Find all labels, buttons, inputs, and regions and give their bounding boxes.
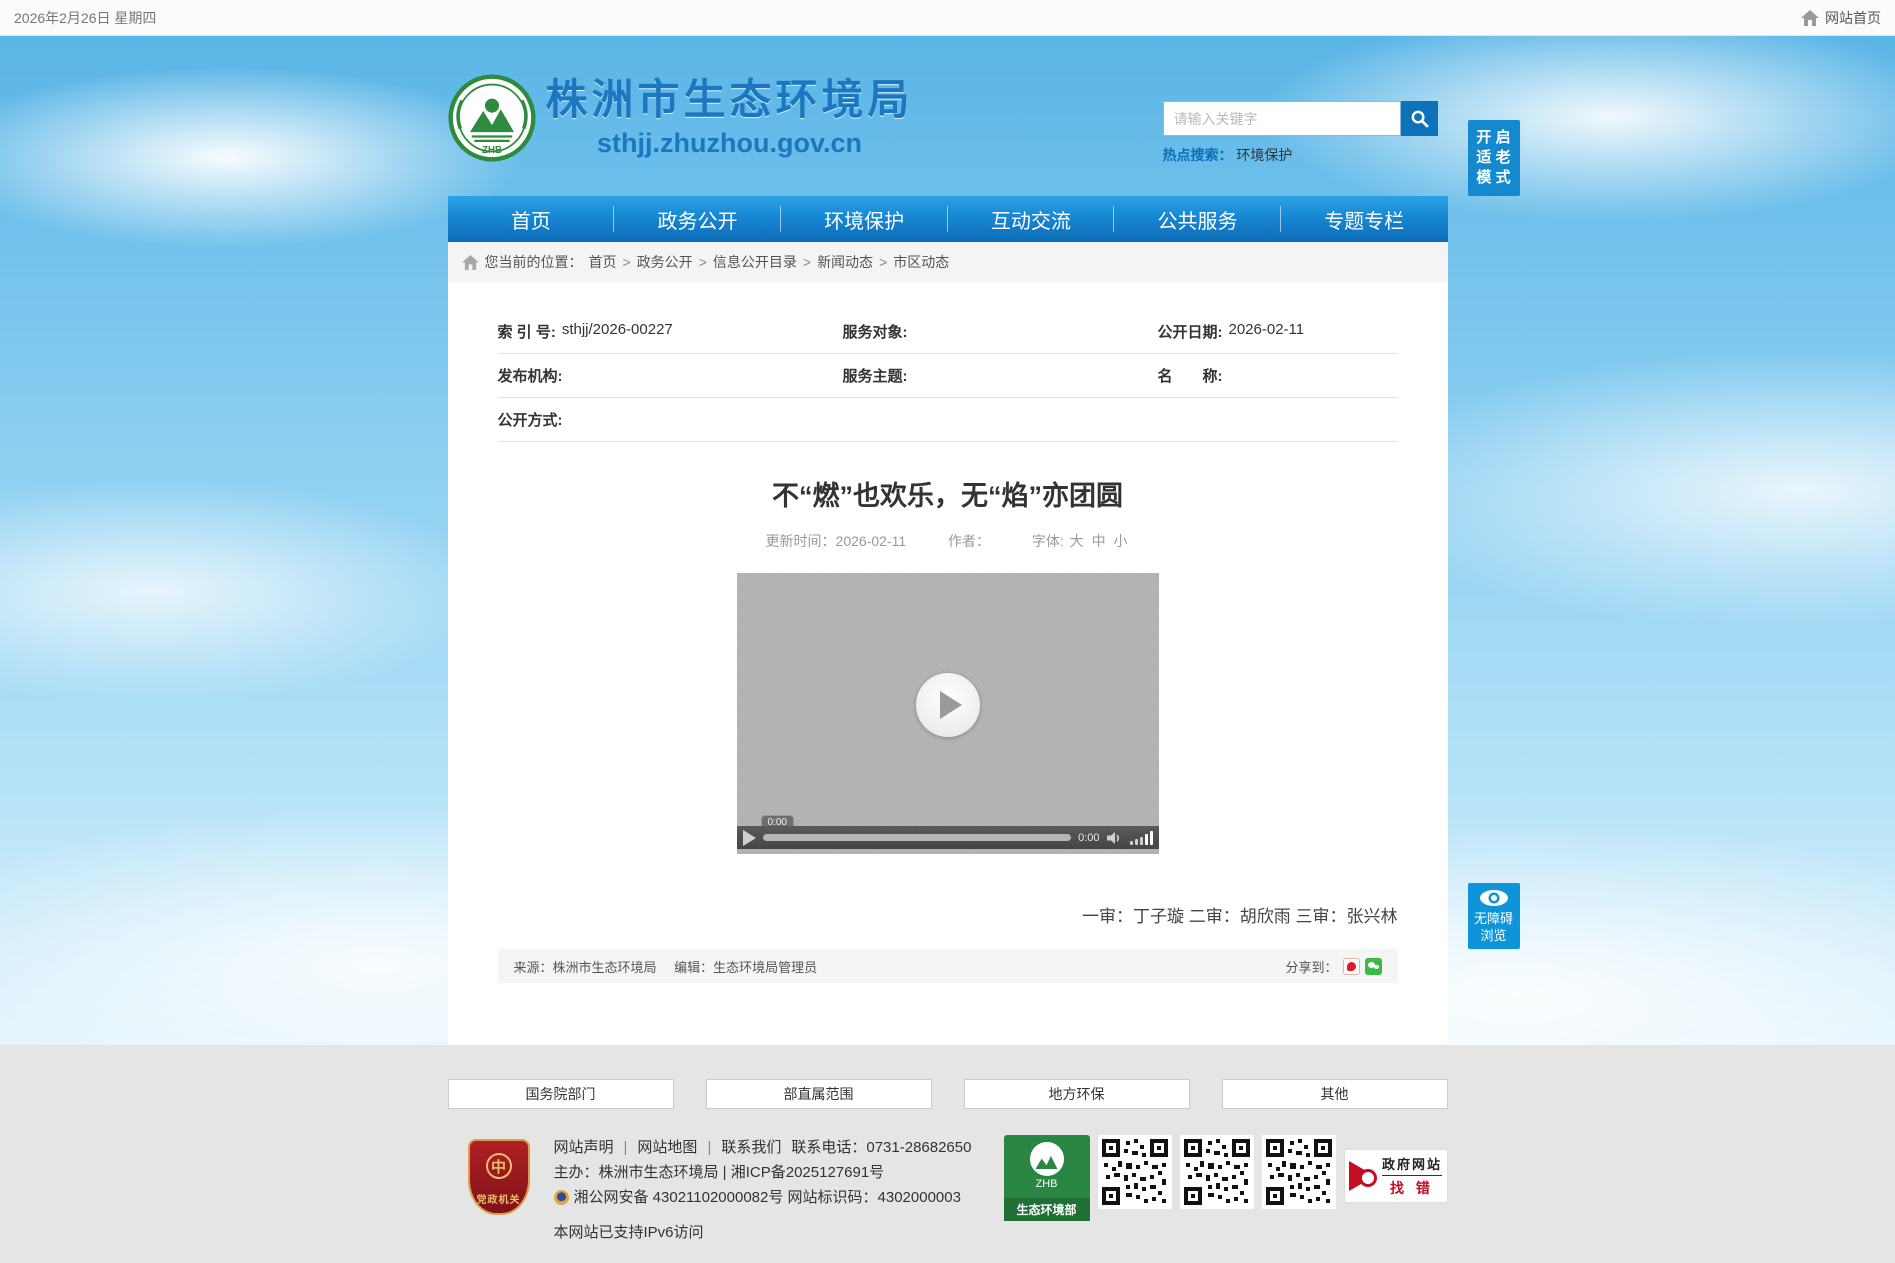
public-security-badge-icon xyxy=(554,1190,569,1205)
group-ministry-affiliates[interactable]: 部直属范围 xyxy=(706,1079,932,1109)
group-others[interactable]: 其他 xyxy=(1222,1079,1448,1109)
article-content: 索 引 号: sthjj/2026-00227 服务对象: 公开日期: 2026-0… xyxy=(448,282,1448,1045)
search-area: 热点搜索： 环境保护 xyxy=(1163,101,1448,165)
party-government-badge: 中 党政机关 xyxy=(468,1139,530,1215)
breadcrumb-item-news[interactable]: 新闻动态 xyxy=(817,252,873,272)
host-line: 主办：株洲市生态环境局 | 湘ICP备2025127691号 xyxy=(554,1160,998,1185)
volume-control[interactable] xyxy=(1130,831,1153,845)
error-report-icon xyxy=(1349,1161,1375,1191)
font-size-small[interactable]: 小 xyxy=(1113,533,1127,549)
font-size-medium[interactable]: 中 xyxy=(1092,533,1106,549)
publish-date-label: 公开日期: xyxy=(1158,321,1223,342)
service-topic-label: 服务主题: xyxy=(843,365,908,386)
qr-code-3 xyxy=(1262,1135,1336,1209)
video-duration: 0:00 xyxy=(1078,832,1099,844)
breadcrumb-item-district-news[interactable]: 市区动态 xyxy=(893,252,949,272)
issuing-agency-label: 发布机构: xyxy=(498,365,563,386)
site-home-label: 网站首页 xyxy=(1825,8,1881,28)
home-icon xyxy=(1801,10,1819,26)
qr-code-1 xyxy=(1098,1135,1172,1209)
footer-link-groups: 国务院部门 部直属范围 地方环保 其他 xyxy=(448,1079,1448,1109)
party-emblem-icon: 中 xyxy=(486,1153,512,1179)
index-number-value: sthjj/2026-00227 xyxy=(562,321,673,342)
font-size-label: 字体: xyxy=(1032,533,1064,549)
author-label: 作者： xyxy=(948,533,990,549)
share-weibo-icon[interactable] xyxy=(1343,958,1360,975)
top-utility-bar: 2026年2月26日 星期四 网站首页 xyxy=(0,0,1895,36)
name-label: 名 称: xyxy=(1158,365,1223,386)
footer-text-block: 网站声明 | 网站地图 | 联系我们 联系电话：0731-28682650 主办… xyxy=(554,1135,998,1245)
site-home-link[interactable]: 网站首页 xyxy=(1801,8,1881,28)
eye-icon xyxy=(1479,889,1509,907)
group-local-environment[interactable]: 地方环保 xyxy=(964,1079,1190,1109)
breadcrumb-item-home[interactable]: 首页 xyxy=(589,252,617,272)
source-bar: 来源：株洲市生态环境局 编辑：生态环境局管理员 分享到： xyxy=(498,949,1398,983)
site-statement-link[interactable]: 网站声明 xyxy=(554,1135,614,1160)
index-number-label: 索 引 号: xyxy=(498,321,556,342)
meta-row: 发布机构: 服务主题: 名 称: xyxy=(498,354,1398,398)
meta-row: 公开方式: xyxy=(498,398,1398,442)
service-target-label: 服务对象: xyxy=(843,321,908,342)
breadcrumb-prefix: 您当前的位置： xyxy=(485,252,583,272)
page-footer: 国务院部门 部直属范围 地方环保 其他 中 党政机关 网站声明 | 网站地图 |… xyxy=(0,1045,1895,1263)
site-domain: sthjj.zhuzhou.gov.cn xyxy=(546,128,914,159)
breadcrumb-home-icon xyxy=(462,255,479,270)
search-button[interactable] xyxy=(1401,101,1438,136)
document-meta-table: 索 引 号: sthjj/2026-00227 服务对象: 公开日期: 2026-0… xyxy=(498,310,1398,442)
review-line: 一审：丁子璇 二审：胡欣雨 三审：张兴林 xyxy=(498,902,1398,927)
main-navigation: 首页 政务公开 环境保护 互动交流 公共服务 专题专栏 xyxy=(448,196,1448,242)
site-header: ZHB 株洲市生态环境局 sthjj.zhuzhou.gov.cn xyxy=(448,36,1448,196)
meta-row: 索 引 号: sthjj/2026-00227 服务对象: 公开日期: 2026-0… xyxy=(498,310,1398,354)
video-bar-play-icon[interactable] xyxy=(743,830,756,846)
sitemap-link[interactable]: 网站地图 xyxy=(637,1135,697,1160)
ipv6-line: 本网站已支持IPv6访问 xyxy=(554,1220,998,1245)
article-source: 来源：株洲市生态环境局 xyxy=(514,960,657,975)
article-editor: 编辑：生态环境局管理员 xyxy=(674,960,817,975)
article-meta-line: 更新时间：2026-02-11 作者： 字体: 大 中 小 xyxy=(498,531,1398,551)
mute-icon[interactable] xyxy=(1107,831,1123,845)
breadcrumb-item-catalog[interactable]: 信息公开目录 xyxy=(713,252,797,272)
search-input[interactable] xyxy=(1163,101,1401,136)
qr-code-2 xyxy=(1180,1135,1254,1209)
svg-text:ZHB: ZHB xyxy=(482,145,502,156)
update-time: 更新时间：2026-02-11 xyxy=(766,533,907,549)
publicity-method-label: 公开方式: xyxy=(498,409,563,430)
bureau-logo-icon: ZHB xyxy=(448,74,536,162)
font-size-large[interactable]: 大 xyxy=(1070,533,1084,549)
hot-search-label: 热点搜索： xyxy=(1163,147,1233,163)
group-state-council[interactable]: 国务院部门 xyxy=(448,1079,674,1109)
video-control-bar: 0:00 xyxy=(737,826,1159,849)
nav-item-interaction[interactable]: 互动交流 xyxy=(948,196,1115,242)
nav-item-gov-info[interactable]: 政务公开 xyxy=(614,196,781,242)
mee-logo-link[interactable]: ZHB 生态环境部 xyxy=(1004,1135,1090,1221)
video-seek-bar[interactable] xyxy=(763,834,1072,841)
search-icon xyxy=(1410,109,1429,128)
video-player[interactable]: 0:00 0:00 xyxy=(737,573,1159,854)
security-filing-line: 湘公网安备 43021102000082号 网站标识码：4302000003 xyxy=(574,1185,961,1210)
site-title: 株洲市生态环境局 xyxy=(546,77,914,123)
contact-phone: 联系电话：0731-28682650 xyxy=(791,1135,971,1160)
hot-search-term[interactable]: 环境保护 xyxy=(1236,147,1292,163)
sky-background: ZHB 株洲市生态环境局 sthjj.zhuzhou.gov.cn xyxy=(0,36,1895,1045)
share-label: 分享到： xyxy=(1285,957,1337,976)
nav-item-home[interactable]: 首页 xyxy=(448,196,615,242)
video-play-button[interactable] xyxy=(916,673,980,737)
publish-date-value: 2026-02-11 xyxy=(1229,321,1305,342)
share-wechat-icon[interactable] xyxy=(1365,958,1382,975)
current-date: 2026年2月26日 星期四 xyxy=(14,8,156,28)
accessibility-browse-button[interactable]: 无障碍 浏览 xyxy=(1468,883,1520,949)
elderly-mode-button[interactable]: 开 启 适 老 模 式 xyxy=(1468,120,1520,196)
mee-emblem-icon xyxy=(1030,1142,1064,1176)
nav-item-environment[interactable]: 环境保护 xyxy=(781,196,948,242)
nav-item-public-service[interactable]: 公共服务 xyxy=(1114,196,1281,242)
breadcrumb: 您当前的位置： 首页 > 政务公开 > 信息公开目录 > 新闻动态 > 市区动态 xyxy=(448,242,1448,282)
breadcrumb-item-gov-info[interactable]: 政务公开 xyxy=(637,252,693,272)
nav-item-special-topics[interactable]: 专题专栏 xyxy=(1281,196,1448,242)
gov-site-error-report-button[interactable]: 政府网站 找 错 xyxy=(1344,1149,1448,1203)
contact-us-link[interactable]: 联系我们 xyxy=(721,1135,781,1160)
article-title: 不“燃”也欢乐，无“焰”亦团圆 xyxy=(498,474,1398,513)
